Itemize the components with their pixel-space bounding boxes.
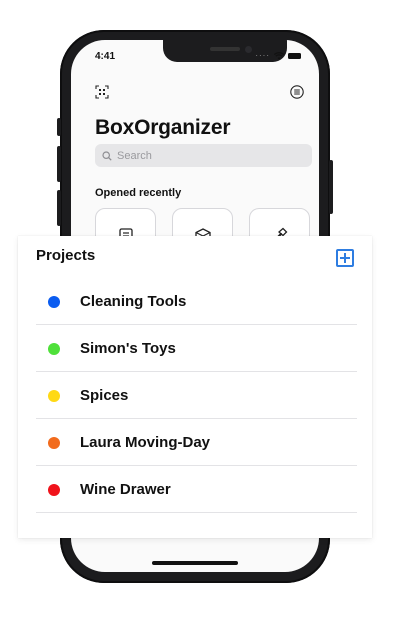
search-icon bbox=[102, 150, 112, 161]
home-indicator bbox=[152, 561, 238, 565]
add-project-button[interactable] bbox=[336, 249, 354, 267]
battery-icon bbox=[288, 52, 301, 59]
phone-power-button bbox=[329, 160, 333, 214]
project-color-dot bbox=[48, 484, 60, 496]
project-list: Cleaning Tools Simon's Toys Spices Laura Mo… bbox=[36, 278, 357, 513]
phone-side-button bbox=[57, 118, 61, 136]
project-label: Spices bbox=[80, 387, 129, 404]
scan-icon[interactable] bbox=[95, 85, 109, 99]
project-item[interactable]: Laura Moving-Day bbox=[36, 419, 357, 466]
search-input[interactable] bbox=[117, 149, 297, 162]
projects-card: Projects Cleaning Tools Simon's Toys Spice… bbox=[18, 236, 372, 538]
project-color-dot bbox=[48, 437, 60, 449]
camera bbox=[245, 46, 252, 53]
project-item[interactable]: Simon's Toys bbox=[36, 325, 357, 372]
speaker bbox=[210, 47, 240, 51]
project-color-dot bbox=[48, 390, 60, 402]
status-time: 4:41 bbox=[95, 51, 116, 62]
project-color-dot bbox=[48, 343, 60, 355]
phone-volume-down-button bbox=[57, 190, 61, 226]
project-item[interactable]: Spices bbox=[36, 372, 357, 419]
projects-title: Projects bbox=[36, 247, 96, 264]
project-label: Cleaning Tools bbox=[80, 293, 187, 310]
project-item[interactable]: Cleaning Tools bbox=[36, 278, 357, 325]
status-indicators: ···· bbox=[255, 51, 301, 60]
section-title-recent: Opened recently bbox=[95, 187, 182, 199]
project-item[interactable]: Wine Drawer bbox=[36, 466, 357, 513]
project-label: Laura Moving-Day bbox=[80, 434, 211, 451]
phone-volume-up-button bbox=[57, 146, 61, 182]
project-label: Simon's Toys bbox=[80, 340, 176, 357]
search-bar[interactable] bbox=[95, 144, 312, 167]
signal-dots-icon: ···· bbox=[255, 51, 270, 60]
project-label: Wine Drawer bbox=[80, 481, 171, 498]
wifi-icon bbox=[274, 51, 284, 59]
page-title: BoxOrganizer bbox=[95, 116, 231, 139]
project-color-dot bbox=[48, 296, 60, 308]
menu-icon[interactable] bbox=[290, 85, 304, 99]
